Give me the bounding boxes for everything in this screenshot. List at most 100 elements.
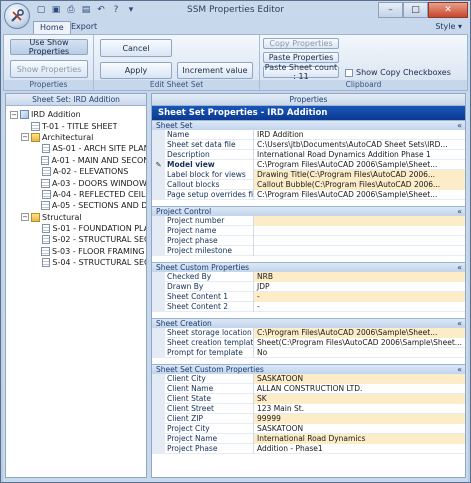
property-row[interactable]: Project milestone <box>152 245 465 256</box>
property-value[interactable]: International Road Dynamics Addition Pha… <box>254 150 465 160</box>
property-value[interactable]: International Road Dynamics <box>254 433 465 444</box>
category-name: Sheet Set <box>156 121 193 130</box>
property-category[interactable]: Sheet Custom Properties « <box>152 262 465 272</box>
property-value[interactable]: JDP <box>254 282 465 292</box>
use-show-properties-button[interactable]: Use Show Properties <box>10 38 88 56</box>
property-value[interactable]: C:\Program Files\AutoCAD 2006\Sample\She… <box>254 327 465 338</box>
property-row[interactable]: Sheet storage location C:\Program Files\A… <box>152 327 465 338</box>
property-row[interactable]: Page setup overrides file C:\Program File… <box>152 189 465 200</box>
property-value[interactable] <box>254 215 465 226</box>
collapse-icon[interactable]: « <box>457 365 462 374</box>
tree-folder[interactable]: − Architectural <box>6 132 146 143</box>
tree-sheet[interactable]: S-04 - STRUCTURAL SEC <box>6 257 146 268</box>
property-row[interactable]: Callout blocks Callout Bubble(C:\Program … <box>152 179 465 190</box>
expand-toggle-icon[interactable]: − <box>21 213 29 222</box>
tree-sheet[interactable]: A-03 - DOORS WINDOWS <box>6 177 146 188</box>
apply-button[interactable]: Apply <box>100 62 172 79</box>
property-row[interactable]: Description International Road Dynamics A… <box>152 149 465 160</box>
collapse-icon[interactable]: « <box>457 207 462 216</box>
property-row[interactable]: Name IRD Addition <box>152 129 465 140</box>
property-value[interactable]: SASKATOON <box>254 424 465 434</box>
property-value[interactable]: - <box>254 291 465 302</box>
increment-value-button[interactable]: Increment value <box>177 62 253 79</box>
property-row[interactable]: ✎ Model view C:\Program Files\AutoCAD 2006… <box>152 159 465 170</box>
tree-sheet[interactable]: S-02 - STRUCTURAL SEC <box>6 234 146 245</box>
property-value[interactable]: ALLAN CONSTRUCTION LTD. <box>254 384 465 394</box>
tree-label: S-04 - STRUCTURAL SEC <box>52 258 146 268</box>
collapse-icon[interactable]: « <box>457 121 462 130</box>
property-row[interactable]: Project City SASKATOON <box>152 423 465 434</box>
property-row[interactable]: Project number <box>152 215 465 226</box>
property-row[interactable]: Sheet Content 2- <box>152 301 465 312</box>
property-row[interactable]: Label block for views Drawing Title(C:\Pr… <box>152 169 465 180</box>
paste-properties-button[interactable]: Paste Properties <box>263 52 339 63</box>
property-row[interactable]: Drawn By JDP <box>152 281 465 292</box>
close-button[interactable]: ✕ <box>428 2 468 18</box>
property-row[interactable]: Sheet set data file C:\Users\jtb\Document… <box>152 139 465 150</box>
collapse-icon[interactable]: « <box>457 263 462 272</box>
property-value[interactable] <box>254 226 465 236</box>
property-category[interactable]: Sheet Set Custom Properties « <box>152 364 465 374</box>
property-value[interactable]: C:\Users\jtb\Documents\AutoCAD Sheet Set… <box>254 140 465 150</box>
property-row[interactable]: Sheet Content 1- <box>152 291 465 302</box>
collapse-icon[interactable]: « <box>457 319 462 328</box>
show-properties-button[interactable]: Show Properties <box>10 60 88 78</box>
tab-export[interactable]: Export <box>65 21 103 34</box>
tree-folder[interactable]: − Structural <box>6 212 146 223</box>
cancel-button[interactable]: Cancel <box>100 39 172 57</box>
style-menu[interactable]: Style ▾ <box>435 22 462 31</box>
property-row[interactable]: Project Phase Addition - Phase1 <box>152 443 465 454</box>
tree-sheet[interactable]: A-01 - MAIN AND SECOND <box>6 155 146 166</box>
tree-sheet[interactable]: T-01 - TITLE SHEET <box>6 120 146 131</box>
property-row[interactable]: Client ZIP 99999 <box>152 413 465 424</box>
tools-icon <box>11 9 24 22</box>
window-controls: – □ ✕ <box>378 2 468 18</box>
property-value[interactable]: 99999 <box>254 413 465 424</box>
minimize-button[interactable]: – <box>378 2 403 18</box>
copy-properties-button[interactable]: Copy Properties <box>263 38 339 49</box>
property-value[interactable]: Drawing Title(C:\Program Files\AutoCAD 2… <box>254 169 465 180</box>
property-row[interactable]: Client Street 123 Main St. <box>152 403 465 414</box>
property-row[interactable]: Project Name International Road Dynamics <box>152 433 465 444</box>
property-value[interactable]: IRD Addition <box>254 130 465 140</box>
property-value[interactable]: C:\Program Files\AutoCAD 2006\Sample\She… <box>254 190 465 200</box>
property-value[interactable]: No <box>254 348 465 358</box>
property-row[interactable]: Client Name ALLAN CONSTRUCTION LTD. <box>152 383 465 394</box>
tree-sheet[interactable]: A-05 - SECTIONS AND DE <box>6 200 146 211</box>
tree-sheet[interactable]: AS-01 - ARCH SITE PLAN <box>6 143 146 154</box>
property-value[interactable]: SK <box>254 393 465 404</box>
tree-sheet[interactable]: A-02 - ELEVATIONS <box>6 166 146 177</box>
show-copy-checkbox[interactable] <box>345 68 353 77</box>
tree-root[interactable]: − IRD Addition <box>6 109 146 120</box>
property-row[interactable]: Client State SK <box>152 393 465 404</box>
show-copy-checkboxes-toggle[interactable]: Show Copy Checkboxes <box>345 68 451 77</box>
tree-sheet[interactable]: A-04 - REFLECTED CEILI <box>6 189 146 200</box>
property-row[interactable]: Client City SASKATOON <box>152 373 465 384</box>
property-value[interactable]: NRB <box>254 271 465 282</box>
property-category[interactable]: Sheet Set « <box>152 120 465 130</box>
property-category[interactable]: Project Control « <box>152 206 465 216</box>
property-row[interactable]: Prompt for template No <box>152 347 465 358</box>
property-row[interactable]: Project phase <box>152 235 465 246</box>
property-value[interactable]: - <box>254 302 465 312</box>
tree-sheet[interactable]: S-01 - FOUNDATION PLA <box>6 223 146 234</box>
property-value[interactable] <box>254 236 465 246</box>
property-value[interactable]: SASKATOON <box>254 373 465 384</box>
folder-icon <box>31 132 40 142</box>
property-value[interactable]: Sheet(C:\Program Files\AutoCAD 2006\Samp… <box>254 338 465 348</box>
expand-toggle-icon[interactable]: − <box>21 133 29 142</box>
property-row[interactable]: Checked By NRB <box>152 271 465 282</box>
app-menu-button[interactable] <box>4 3 30 29</box>
property-row[interactable]: Project name <box>152 225 465 236</box>
property-value[interactable]: C:\Program Files\AutoCAD 2006\Sample\She… <box>254 160 465 170</box>
maximize-button[interactable]: □ <box>403 2 428 18</box>
property-category[interactable]: Sheet Creation « <box>152 318 465 328</box>
property-row[interactable]: Sheet creation template Sheet(C:\Program … <box>152 337 465 348</box>
expand-toggle-icon[interactable]: − <box>10 110 18 119</box>
property-value[interactable] <box>254 246 465 256</box>
paste-sheet-count-button[interactable]: Paste Sheet count : 11 <box>263 63 339 81</box>
property-value[interactable]: 123 Main St. <box>254 404 465 414</box>
property-value[interactable]: Addition - Phase1 <box>254 444 465 454</box>
property-value[interactable]: Callout Bubble(C:\Program Files\AutoCAD … <box>254 179 465 190</box>
tree-sheet[interactable]: S-03 - FLOOR FRAMING F <box>6 246 146 257</box>
